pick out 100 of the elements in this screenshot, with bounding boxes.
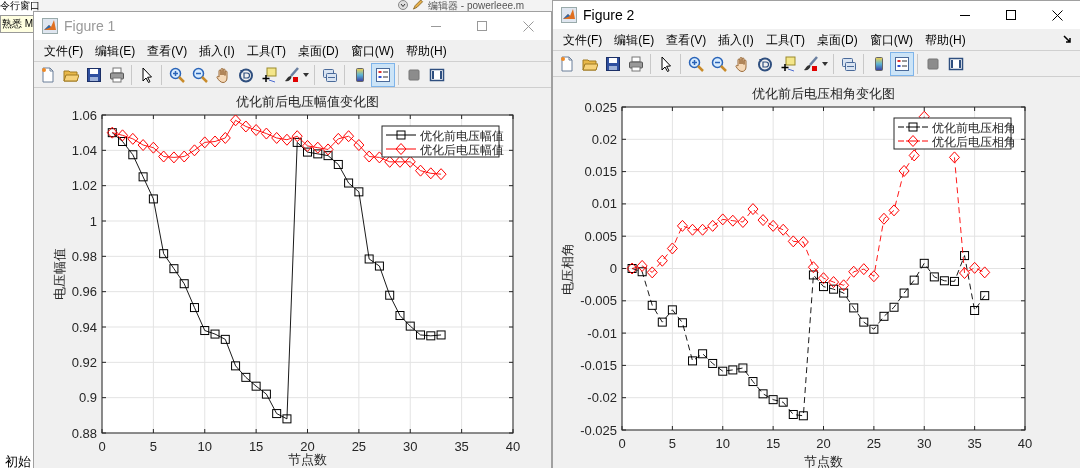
data-marker bbox=[839, 288, 849, 298]
data-marker bbox=[291, 130, 303, 143]
menu-item[interactable]: 文件(F) bbox=[557, 30, 609, 49]
menu-item[interactable]: 帮助(H) bbox=[400, 41, 453, 60]
menu-item[interactable]: 编辑(E) bbox=[89, 41, 142, 60]
data-marker bbox=[190, 303, 199, 313]
legend-label: 优化前电压相角 bbox=[932, 120, 1016, 135]
rotate-icon[interactable] bbox=[756, 55, 773, 72]
tick-label: 0.88 bbox=[71, 425, 97, 441]
data-marker bbox=[646, 266, 658, 279]
square-icon[interactable] bbox=[924, 55, 941, 72]
window-title: Figure 2 bbox=[583, 5, 635, 25]
maximize-icon bbox=[1006, 10, 1016, 20]
window-title: Figure 1 bbox=[64, 16, 116, 36]
save-icon[interactable] bbox=[604, 55, 621, 72]
tick-label: 0.9 bbox=[78, 390, 97, 406]
window-icon[interactable] bbox=[428, 66, 445, 83]
data-marker bbox=[879, 311, 889, 321]
data-marker bbox=[373, 151, 385, 164]
data-marker bbox=[888, 204, 900, 217]
axis-label: 电压幅值 bbox=[52, 248, 67, 300]
data-marker bbox=[697, 223, 709, 236]
legend-button[interactable] bbox=[890, 51, 914, 76]
tick-label: 1 bbox=[89, 213, 97, 229]
data-marker bbox=[728, 365, 738, 375]
data-marker bbox=[838, 279, 850, 292]
app-icon[interactable] bbox=[561, 7, 577, 23]
brush-icon[interactable] bbox=[802, 55, 819, 72]
menu-item[interactable]: 桌面(D) bbox=[811, 30, 864, 49]
save-icon[interactable] bbox=[85, 66, 102, 83]
data-marker bbox=[159, 249, 169, 259]
data-marker bbox=[687, 223, 699, 236]
menu-item[interactable]: 帮助(H) bbox=[919, 30, 972, 49]
data-cursor-icon[interactable] bbox=[779, 55, 796, 72]
data-marker bbox=[169, 264, 179, 274]
menu-item[interactable]: 查看(V) bbox=[660, 30, 713, 49]
panel-title: 令行窗口 bbox=[0, 0, 40, 11]
data-marker bbox=[688, 356, 698, 366]
close-icon bbox=[522, 20, 534, 32]
data-marker bbox=[859, 317, 869, 327]
window-icon[interactable] bbox=[947, 55, 964, 72]
data-marker bbox=[374, 261, 384, 271]
tick-label: 0.02 bbox=[591, 131, 617, 147]
hand-icon[interactable] bbox=[733, 55, 750, 72]
data-marker bbox=[231, 361, 241, 371]
data-marker bbox=[189, 144, 200, 157]
rotate-icon[interactable] bbox=[237, 66, 254, 83]
print-icon[interactable] bbox=[627, 55, 644, 72]
app-icon[interactable] bbox=[42, 18, 58, 34]
zoom-out-icon[interactable] bbox=[191, 66, 208, 83]
print-icon[interactable] bbox=[108, 66, 125, 83]
data-marker bbox=[302, 139, 313, 152]
menu-item[interactable]: 工具(T) bbox=[759, 30, 811, 49]
menu-item[interactable]: 文件(F) bbox=[38, 41, 90, 60]
hand-icon[interactable] bbox=[214, 66, 231, 83]
chart-title: 优化前后电压幅值变化图 bbox=[236, 94, 379, 109]
zoom-out-icon[interactable] bbox=[710, 55, 727, 72]
menu-item[interactable]: 插入(I) bbox=[712, 30, 760, 49]
link-icon[interactable] bbox=[840, 55, 857, 72]
menu-item[interactable]: 工具(T) bbox=[240, 41, 292, 60]
menu-item[interactable]: 窗口(W) bbox=[863, 30, 919, 49]
data-marker bbox=[200, 326, 210, 336]
menu-item[interactable]: 查看(V) bbox=[141, 41, 194, 60]
tick-label: 1.04 bbox=[71, 142, 97, 158]
data-marker bbox=[797, 236, 809, 248]
dock-arrow-icon[interactable] bbox=[1063, 35, 1072, 44]
tick-label: -0.01 bbox=[587, 325, 617, 341]
data-marker bbox=[425, 167, 437, 180]
tick-label: 0.96 bbox=[71, 284, 97, 300]
data-marker bbox=[353, 139, 365, 152]
data-marker bbox=[747, 203, 759, 216]
data-marker bbox=[405, 321, 415, 331]
data-marker bbox=[708, 358, 718, 368]
square-icon[interactable] bbox=[405, 66, 422, 83]
brush-icon[interactable] bbox=[283, 66, 300, 83]
dropdown-icon[interactable] bbox=[398, 0, 408, 10]
tick-label: -0.02 bbox=[587, 390, 617, 406]
data-marker bbox=[818, 272, 829, 285]
data-marker bbox=[404, 155, 416, 168]
data-marker bbox=[819, 282, 828, 292]
new-file-icon[interactable] bbox=[39, 66, 56, 83]
link-icon[interactable] bbox=[321, 66, 338, 83]
menu-item[interactable]: 桌面(D) bbox=[292, 41, 345, 60]
menu-item[interactable]: 编辑(E) bbox=[608, 30, 661, 49]
data-marker bbox=[312, 141, 324, 154]
legend-button[interactable] bbox=[371, 62, 395, 87]
tick-label: 35 bbox=[967, 436, 982, 451]
zoom-in-icon[interactable] bbox=[687, 55, 704, 72]
editor-tab[interactable]: 编辑器 - powerleee.m bbox=[428, 0, 525, 11]
zoom-in-icon[interactable] bbox=[168, 66, 185, 83]
caret-icon[interactable] bbox=[822, 61, 828, 66]
new-file-icon[interactable] bbox=[558, 55, 575, 72]
data-marker bbox=[138, 172, 148, 182]
tick-label: 40 bbox=[1017, 436, 1033, 451]
menu-item[interactable]: 插入(I) bbox=[193, 41, 241, 60]
data-marker bbox=[323, 151, 333, 161]
data-marker bbox=[435, 168, 447, 181]
menu-item[interactable]: 窗口(W) bbox=[344, 41, 400, 60]
caret-icon[interactable] bbox=[303, 72, 309, 77]
data-cursor-icon[interactable] bbox=[260, 66, 277, 83]
